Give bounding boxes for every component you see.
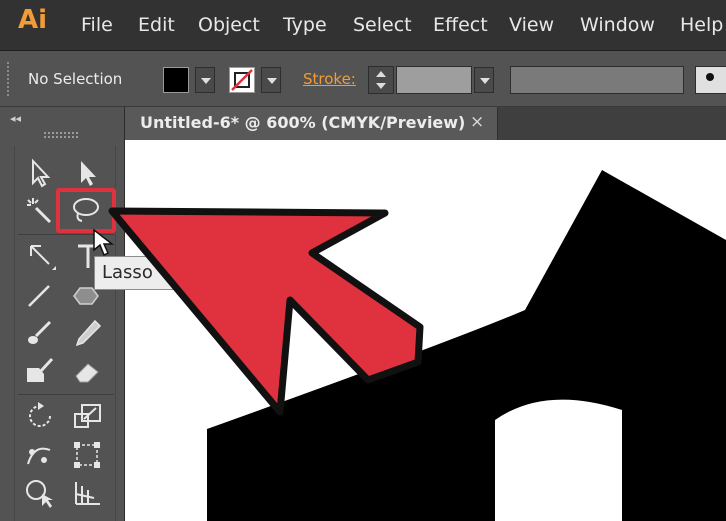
selection-arrow-icon [32, 158, 51, 188]
eraser-tool[interactable] [70, 354, 106, 388]
control-bar-grip[interactable] [7, 62, 13, 96]
mouse-cursor-icon [93, 228, 115, 257]
lasso-tool-highlight [56, 188, 116, 233]
stroke-dropdown-button[interactable] [261, 67, 281, 93]
menu-help[interactable]: Help [680, 14, 723, 36]
direct-selection-tool[interactable] [70, 156, 106, 190]
menu-object[interactable]: Object [198, 14, 260, 36]
menu-edit[interactable]: Edit [138, 14, 175, 36]
direct-selection-arrow-icon [81, 161, 96, 186]
fill-color-swatch[interactable] [163, 67, 189, 93]
free-transform-tool[interactable] [70, 438, 106, 472]
line-segment-tool[interactable] [22, 278, 58, 312]
shape-builder-icon [26, 480, 53, 508]
menu-window[interactable]: Window [580, 14, 655, 36]
menu-select[interactable]: Select [353, 14, 412, 36]
stroke-label[interactable]: Stroke: [303, 70, 356, 88]
document-tab-title[interactable]: Untitled-6* @ 600% (CMYK/Preview) [140, 113, 465, 132]
magic-wand-icon [27, 198, 52, 224]
close-icon[interactable]: × [470, 112, 484, 132]
stroke-weight-spinner[interactable] [368, 66, 394, 94]
menu-type[interactable]: Type [283, 14, 327, 36]
brush-definition-select[interactable] [695, 66, 726, 94]
tools-panel-grip[interactable] [44, 132, 78, 138]
puppet-warp-tool[interactable] [22, 438, 58, 472]
chevron-down-icon [376, 83, 386, 89]
tool-tooltip-text: Lasso [102, 262, 153, 283]
puppet-warp-icon [27, 447, 51, 465]
paintbrush-icon [28, 320, 52, 344]
app-logo: Ai [18, 5, 48, 35]
scale-icon [74, 404, 101, 428]
stroke-weight-input[interactable] [396, 66, 472, 94]
menu-view[interactable]: View [509, 14, 554, 36]
menu-effect[interactable]: Effect [433, 14, 488, 36]
selection-status: No Selection [28, 70, 123, 88]
artboard-canvas[interactable] [125, 140, 726, 521]
selection-tool[interactable] [22, 156, 58, 190]
paintbrush-tool[interactable] [22, 316, 58, 350]
variable-width-profile-select[interactable] [510, 66, 684, 94]
stroke-color-swatch[interactable] [229, 67, 255, 93]
eraser-icon [75, 363, 99, 383]
magic-wand-tool[interactable] [22, 194, 58, 228]
collapse-panel-icon[interactable]: ◂◂ [10, 112, 21, 125]
free-transform-icon [74, 442, 100, 468]
stroke-weight-dropdown[interactable] [474, 67, 494, 93]
tools-separator [18, 394, 114, 395]
scale-tool[interactable] [70, 400, 106, 434]
line-segment-icon [28, 285, 50, 307]
perspective-grid-icon [75, 482, 100, 505]
rotate-tool[interactable] [22, 400, 58, 434]
chevron-up-icon [376, 71, 386, 77]
pen-icon [30, 245, 56, 270]
none-color-icon [231, 69, 253, 91]
fill-dropdown-button[interactable] [195, 67, 215, 93]
menu-file[interactable]: File [81, 14, 113, 36]
blob-brush-icon [27, 357, 54, 382]
artwork-shape [207, 170, 726, 521]
rotate-icon [29, 402, 51, 427]
blob-brush-tool[interactable] [22, 354, 58, 388]
pen-tool[interactable] [22, 240, 58, 274]
brush-dot-icon [706, 73, 714, 81]
pencil-tool[interactable] [70, 316, 106, 350]
shape-builder-tool[interactable] [22, 476, 58, 510]
perspective-grid-tool[interactable] [70, 476, 106, 510]
pencil-icon [75, 319, 102, 347]
